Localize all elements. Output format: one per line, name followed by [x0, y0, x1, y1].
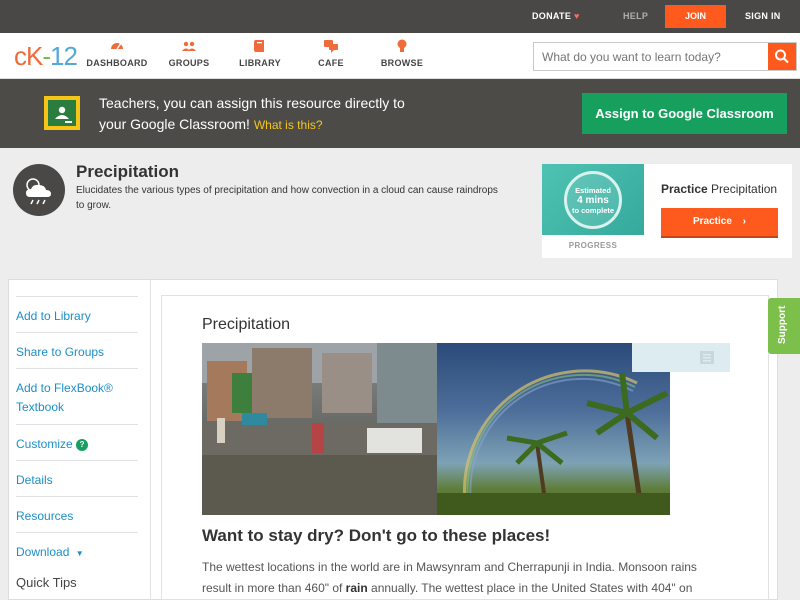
practice-image[interactable]: Estimated 4 mins to complete [542, 164, 644, 235]
chevron-right-icon: › [742, 216, 747, 227]
sidebar-item-customize[interactable]: Customize ? [16, 424, 138, 454]
article-toolbar [632, 343, 730, 372]
search-box [533, 42, 797, 71]
caret-down-icon: ▼ [75, 549, 84, 558]
estimate-suffix: to complete [571, 206, 615, 215]
estimate-time: 4 mins [577, 195, 609, 206]
support-tab[interactable]: Support [768, 298, 800, 354]
glossary-term-rain[interactable]: rain [346, 581, 368, 595]
nav-browse-label: BROWSE [380, 58, 424, 68]
progress-label: PROGRESS [568, 241, 618, 250]
sidebar: Add to Library Share to Groups Add to Fl… [8, 279, 150, 600]
ck12-logo[interactable]: cK-12 [14, 41, 78, 72]
estimate-ring: Estimated 4 mins to complete [564, 171, 622, 229]
sidebar-item-details[interactable]: Details [16, 460, 138, 490]
join-button[interactable]: JOIN [665, 5, 726, 28]
article-panel: Precipitation Want to stay dry? Don't go… [161, 295, 769, 600]
nav-groups-label: GROUPS [168, 58, 210, 68]
article-title: Precipitation [202, 316, 291, 333]
search-button[interactable] [768, 43, 796, 70]
classroom-message-line2: your Google Classroom! [99, 116, 250, 132]
search-input[interactable] [534, 43, 768, 70]
nav-groups[interactable]: GROUPS [154, 39, 224, 68]
paragraph-text-b: annually. The wettest place in the Unite… [367, 581, 693, 595]
top-bar: DONATE ♥ HELP JOIN SIGN IN [0, 0, 800, 33]
nav-dashboard-label: DASHBOARD [86, 58, 148, 68]
estimate-label: Estimated [575, 186, 611, 195]
customize-label: Customize [16, 437, 73, 451]
search-icon [775, 49, 789, 64]
flooded-street-photo [202, 343, 437, 515]
nav-browse[interactable]: BROWSE [367, 39, 437, 68]
practice-button[interactable]: Practice › [661, 208, 778, 238]
dashboard-icon [111, 43, 123, 50]
logo-dash: - [42, 41, 51, 71]
donate-link[interactable]: DONATE ♥ [532, 11, 580, 21]
browse-icon [397, 39, 407, 52]
notes-icon[interactable] [700, 351, 714, 364]
nav-cafe-label: CAFE [318, 58, 344, 68]
article-heading: Want to stay dry? Don't go to these plac… [202, 526, 551, 545]
practice-title: Practice Precipitation [661, 182, 777, 196]
support-label: Support [777, 305, 788, 344]
download-label: Download [16, 545, 70, 559]
classroom-message-line1: Teachers, you can assign this resource d… [99, 95, 405, 111]
weather-cloud-icon [13, 164, 65, 216]
google-classroom-icon [44, 96, 80, 130]
main-nav: cK-12 DASHBOARD GROUPS LIBRARY CAFE BROW… [0, 33, 800, 79]
library-icon [254, 40, 264, 52]
donate-label: DONATE [532, 11, 572, 21]
signin-link[interactable]: SIGN IN [745, 11, 781, 21]
sidebar-item-share-to-groups[interactable]: Share to Groups [16, 332, 138, 362]
sidebar-divider [150, 279, 151, 600]
pencil-icon[interactable] [632, 343, 668, 372]
nav-library[interactable]: LIBRARY [225, 39, 295, 68]
sidebar-item-add-to-library[interactable]: Add to Library [16, 296, 138, 326]
quick-tips-heading: Quick Tips [16, 575, 77, 590]
sidebar-item-download[interactable]: Download ▼ [16, 532, 138, 563]
what-is-this-link[interactable]: What is this? [254, 118, 323, 132]
nav-cafe[interactable]: CAFE [296, 39, 366, 68]
practice-title-bold: Practice [661, 182, 708, 196]
nav-library-label: LIBRARY [239, 58, 281, 68]
help-link[interactable]: HELP [623, 11, 648, 21]
practice-card: Estimated 4 mins to complete PROGRESS Pr… [542, 164, 792, 258]
sidebar-item-add-to-flexbook[interactable]: Add to FlexBook® Textbook [16, 368, 138, 417]
logo-num: 12 [50, 41, 78, 71]
groups-icon [182, 41, 196, 51]
help-question-icon[interactable]: ? [76, 439, 89, 451]
cafe-icon [324, 40, 338, 53]
nav-dashboard[interactable]: DASHBOARD [82, 39, 152, 68]
classroom-banner: Teachers, you can assign this resource d… [0, 79, 800, 148]
classroom-message: Teachers, you can assign this resource d… [99, 93, 459, 136]
logo-ck: cK [14, 41, 43, 71]
article-photo [202, 343, 670, 515]
practice-title-topic: Precipitation [711, 182, 778, 196]
heart-icon: ♥ [573, 11, 580, 21]
concept-title: Precipitation [76, 162, 179, 181]
practice-button-label: Practice [692, 216, 732, 227]
article-paragraph: The wettest locations in the world are i… [202, 557, 722, 599]
sidebar-item-resources[interactable]: Resources [16, 496, 138, 526]
assign-google-classroom-button[interactable]: Assign to Google Classroom [582, 93, 787, 134]
concept-description: Elucidates the various types of precipit… [76, 185, 498, 211]
